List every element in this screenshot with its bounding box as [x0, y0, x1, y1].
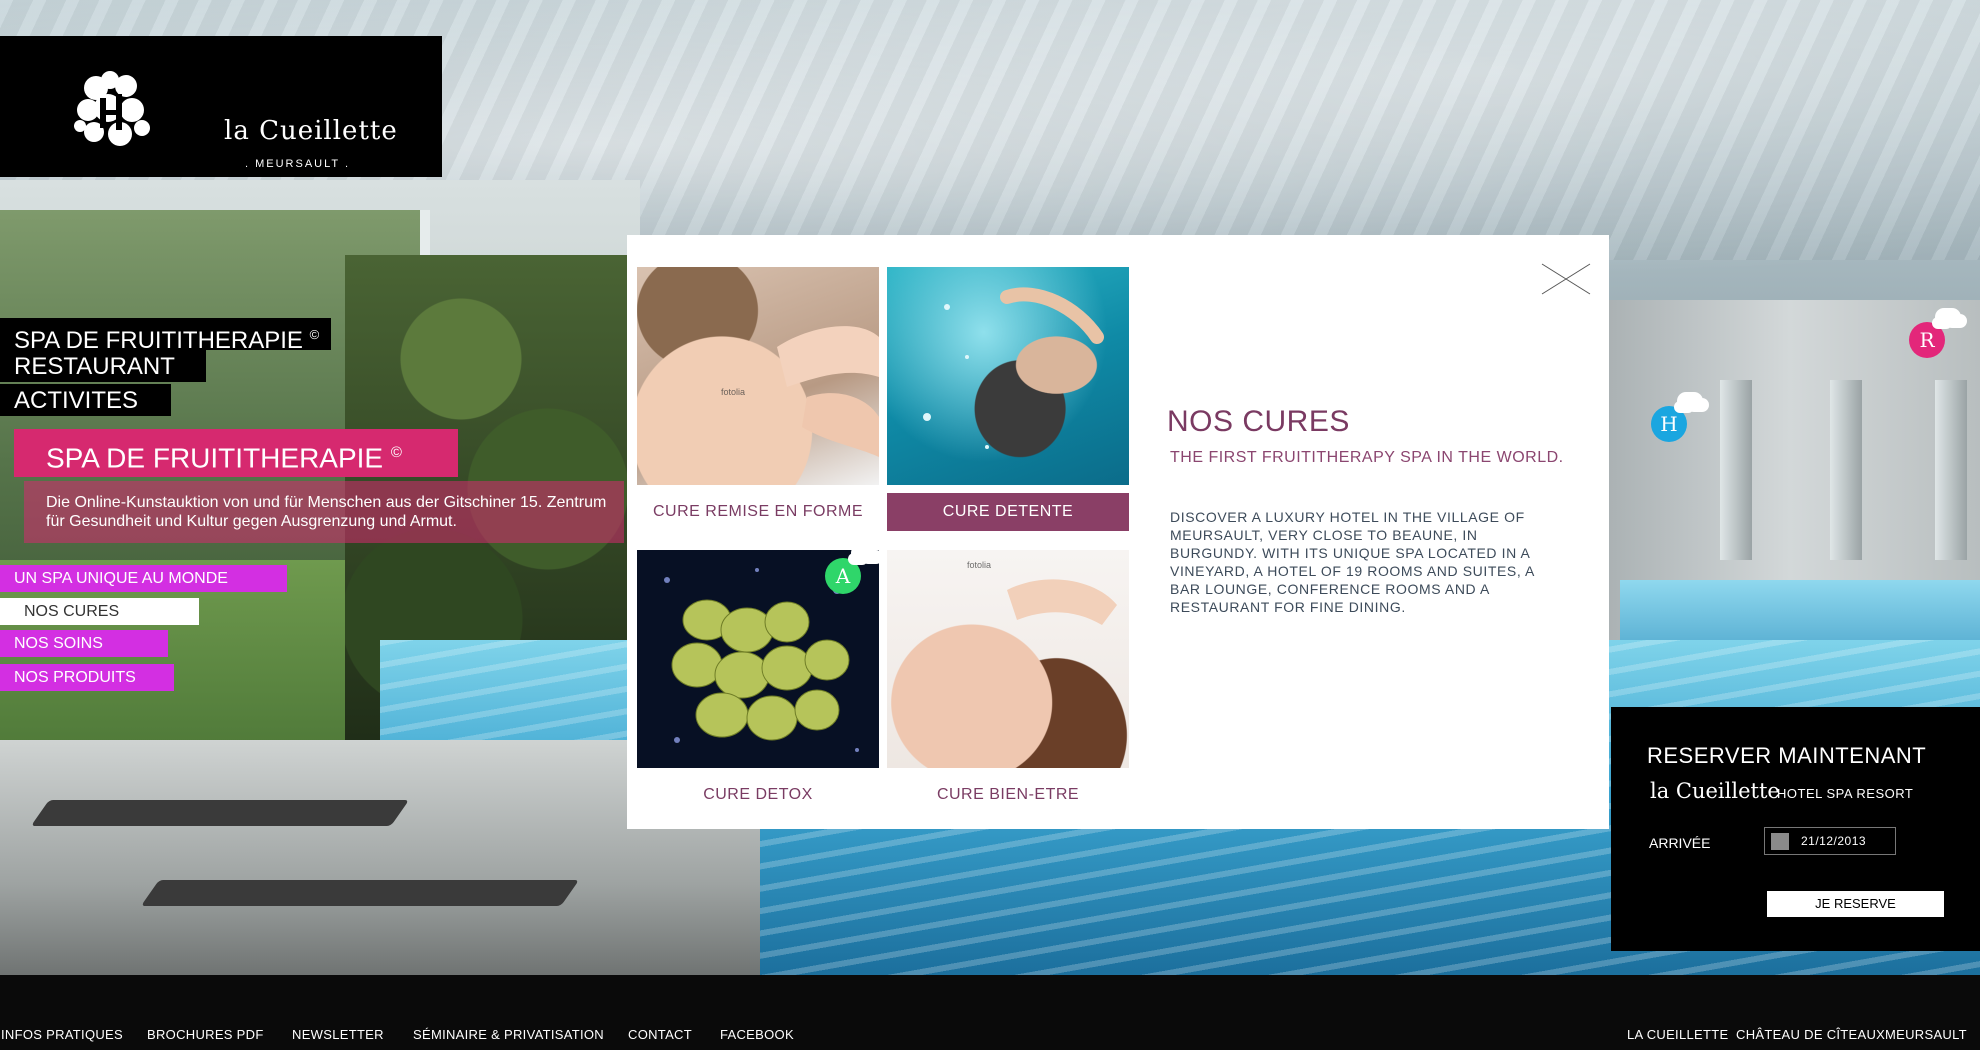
section-description: Die Online-Kunstauktion von und für Mens… [24, 481, 624, 543]
nav-item-activites[interactable]: ACTIVITES [0, 384, 171, 416]
cure-caption: CURE BIEN-ETRE [936, 786, 1080, 803]
nav-item-label: RESTAURANT [14, 353, 175, 380]
subnav-item-nos-soins[interactable]: NOS SOINS [0, 630, 168, 657]
cures-modal: fotolia CURE REMISE EN FORME CURE DETENT… [627, 235, 1609, 829]
subnav-item-nos-cures[interactable]: NOS CURES [0, 598, 199, 625]
image-watermark: fotolia [721, 387, 746, 397]
cure-tile-remise-en-forme[interactable]: fotolia CURE REMISE EN FORME [637, 267, 879, 531]
badge-letter: A [835, 564, 851, 588]
cloud-icon [1935, 308, 1961, 326]
nav-item-label: ACTIVITES [14, 387, 139, 414]
badge-h[interactable]: H [1651, 392, 1703, 442]
cure-image-facial: fotolia [887, 550, 1129, 768]
badge-letter: H [1660, 412, 1678, 436]
arrival-date-value: 21/12/2013 [1801, 834, 1867, 848]
reservation-tagline: HOTEL SPA RESORT [1777, 786, 1914, 801]
footer-link-seminaire[interactable]: SÉMINAIRE & PRIVATISATION [413, 1027, 604, 1042]
subnav-item-spa-unique[interactable]: UN SPA UNIQUE AU MONDE [0, 565, 287, 592]
footer-link-contact[interactable]: CONTACT [628, 1027, 692, 1042]
arrival-label: ARRIVÉE [1649, 835, 1711, 851]
arrival-date-field[interactable]: 21/12/2013 [1764, 827, 1896, 855]
calendar-icon[interactable] [1771, 833, 1789, 850]
logo-flower-icon [74, 71, 150, 146]
cure-caption: CURE DETENTE [887, 493, 1129, 531]
copyright-mark: © [390, 444, 402, 461]
reservation-brand: la Cueillette [1650, 779, 1780, 803]
modal-subtitle: THE FIRST FRUITITHERAPY SPA IN THE WORLD… [1170, 449, 1564, 466]
modal-title: NOS CURES [1167, 405, 1350, 438]
logo[interactable]: la Cueillette . MEURSAULT . [0, 36, 442, 177]
badge-letter: R [1919, 328, 1935, 352]
footer-link-facebook[interactable]: FACEBOOK [720, 1027, 794, 1042]
cure-tile-bien-etre[interactable]: fotolia CURE BIEN-ETRE [887, 550, 1129, 814]
nav-item-spa[interactable]: SPA DE FRUITITHERAPIE © [0, 318, 332, 354]
copyright-mark: © [309, 327, 320, 342]
nav-item-restaurant[interactable]: RESTAURANT [0, 350, 206, 382]
cloud-icon [1677, 392, 1703, 410]
cure-image-massage: fotolia [637, 267, 879, 485]
footer-link-infos-pratiques[interactable]: INFOS PRATIQUES [1, 1027, 123, 1042]
close-icon[interactable] [1541, 263, 1591, 295]
reservation-title: RESERVER MAINTENANT [1647, 743, 1927, 768]
modal-body: DISCOVER A LUXURY HOTEL IN THE VILLAGE O… [1170, 509, 1535, 615]
cloud-icon [851, 550, 877, 562]
cure-image-swimmer [887, 267, 1129, 485]
cure-caption: CURE REMISE EN FORME [652, 503, 863, 520]
badge-a[interactable]: A [825, 550, 877, 594]
footer-link-meursault[interactable]: MEURSAULT [1885, 1027, 1967, 1042]
brand-name: la Cueillette [224, 116, 398, 146]
cure-caption: CURE DETOX [703, 786, 813, 803]
subnav-item-nos-produits[interactable]: NOS PRODUITS [0, 664, 174, 691]
badge-r[interactable]: R [1909, 308, 1961, 358]
section-title: SPA DE FRUITITHERAPIE © [14, 429, 458, 477]
footer-link-newsletter[interactable]: NEWSLETTER [292, 1027, 384, 1042]
section-title-text: SPA DE FRUITITHERAPIE [46, 442, 384, 474]
footer-link-la-cueillette[interactable]: LA CUEILLETTE [1627, 1027, 1728, 1042]
cure-image-grapes: A [637, 550, 879, 768]
reservation-panel: RESERVER MAINTENANT la Cueillette HOTEL … [1611, 707, 1980, 951]
image-watermark: fotolia [967, 560, 992, 570]
footer-link-chateau[interactable]: CHÂTEAU DE CÎTEAUX [1736, 1027, 1885, 1042]
footer-link-brochures[interactable]: BROCHURES PDF [147, 1027, 264, 1042]
cure-tile-detox[interactable]: A CURE DETOX [637, 550, 879, 814]
reserve-button[interactable]: JE RESERVE [1767, 891, 1944, 917]
cure-tile-detente[interactable]: CURE DETENTE [887, 267, 1129, 531]
brand-location: . MEURSAULT . [245, 158, 351, 170]
